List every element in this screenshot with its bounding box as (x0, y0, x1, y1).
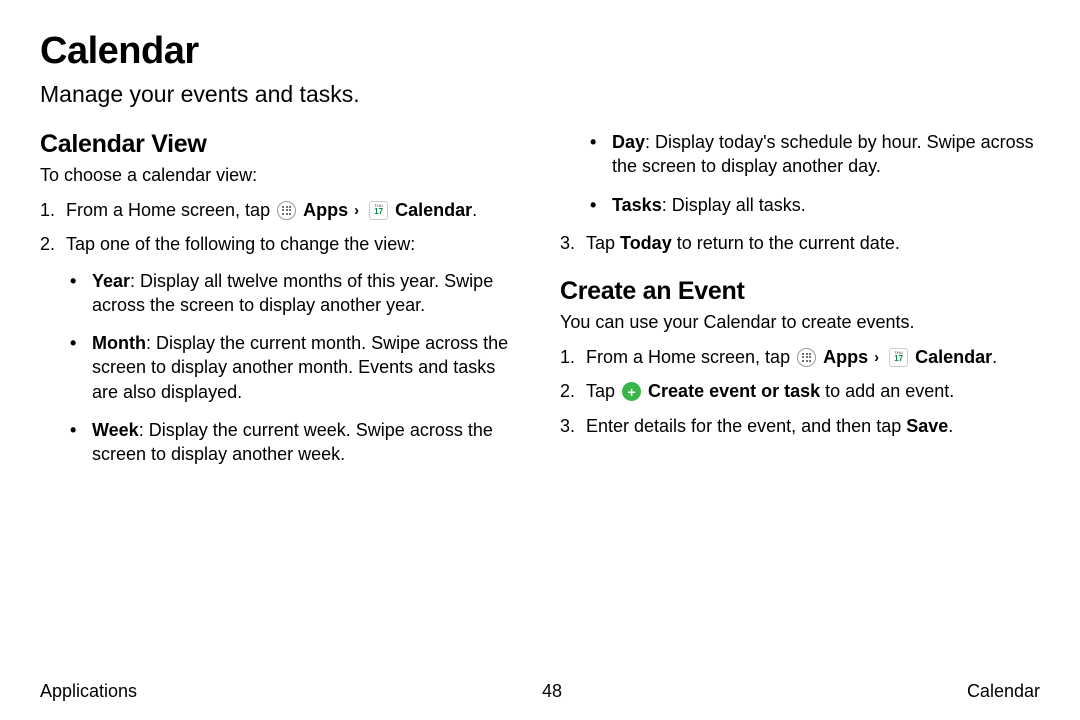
list-item: Week: Display the current week. Swipe ac… (92, 418, 520, 467)
option-label: Year (92, 271, 130, 291)
apps-icon (277, 201, 296, 220)
step-item: Tap one of the following to change the v… (66, 232, 520, 466)
step-text: Tap (586, 233, 620, 253)
save-label: Save (906, 416, 948, 436)
page-footer: Applications 48 Calendar (40, 681, 1040, 702)
step-text: Tap (586, 381, 620, 401)
step-text: to add an event. (820, 381, 954, 401)
list-item: Day: Display today's schedule by hour. S… (612, 130, 1040, 179)
plus-icon: + (622, 382, 641, 401)
chevron-right-icon: › (874, 349, 879, 366)
calendar-icon: THU 17 (369, 201, 388, 220)
right-column: Day: Display today's schedule by hour. S… (560, 130, 1040, 481)
option-label: Week (92, 420, 139, 440)
calendar-label: Calendar (395, 200, 472, 220)
page-subtitle: Manage your events and tasks. (40, 81, 1040, 108)
step-text: to return to the current date. (672, 233, 900, 253)
step-item: From a Home screen, tap Apps › THU 17 Ca… (66, 198, 520, 222)
apps-label: Apps (823, 347, 868, 367)
option-label: Day (612, 132, 645, 152)
list-item: Month: Display the current month. Swipe … (92, 331, 520, 404)
step-item: Tap + Create event or task to add an eve… (586, 379, 1040, 403)
apps-label: Apps (303, 200, 348, 220)
step-item: Tap Today to return to the current date. (586, 231, 1040, 255)
event-steps-list: From a Home screen, tap Apps › THU 17 Ca… (560, 345, 1040, 438)
steps-list-cont: Tap Today to return to the current date. (560, 231, 1040, 255)
footer-right: Calendar (967, 681, 1040, 702)
option-text: : Display all twelve months of this year… (92, 271, 493, 315)
step-text: From a Home screen, tap (586, 347, 795, 367)
calendar-label: Calendar (915, 347, 992, 367)
footer-page-number: 48 (542, 681, 562, 702)
list-item: Year: Display all twelve months of this … (92, 269, 520, 318)
page-title: Calendar (40, 30, 1040, 73)
list-item: Tasks: Display all tasks. (612, 193, 1040, 217)
step-text: . (472, 200, 477, 220)
option-label: Tasks (612, 195, 662, 215)
step-text: Enter details for the event, and then ta… (586, 416, 906, 436)
option-text: : Display the current week. Swipe across… (92, 420, 493, 464)
view-options-list: Year: Display all twelve months of this … (66, 269, 520, 467)
step-text: Tap one of the following to change the v… (66, 234, 415, 254)
today-label: Today (620, 233, 672, 253)
step-item: From a Home screen, tap Apps › THU 17 Ca… (586, 345, 1040, 369)
option-label: Month (92, 333, 146, 353)
option-text: : Display the current month. Swipe acros… (92, 333, 508, 402)
step-text: . (948, 416, 953, 436)
step-text: From a Home screen, tap (66, 200, 275, 220)
section-heading-calendar-view: Calendar View (40, 130, 520, 159)
footer-left: Applications (40, 681, 137, 702)
content-columns: Calendar View To choose a calendar view:… (40, 130, 1040, 481)
view-options-list-cont: Day: Display today's schedule by hour. S… (560, 130, 1040, 217)
left-column: Calendar View To choose a calendar view:… (40, 130, 520, 481)
section-intro: To choose a calendar view: (40, 165, 520, 186)
steps-list: From a Home screen, tap Apps › THU 17 Ca… (40, 198, 520, 467)
option-text: : Display today's schedule by hour. Swip… (612, 132, 1034, 176)
apps-icon (797, 348, 816, 367)
create-event-label: Create event or task (648, 381, 820, 401)
option-text: : Display all tasks. (662, 195, 806, 215)
step-item: Enter details for the event, and then ta… (586, 414, 1040, 438)
calendar-icon: THU 17 (889, 348, 908, 367)
section-heading-create-event: Create an Event (560, 277, 1040, 306)
section-intro: You can use your Calendar to create even… (560, 312, 1040, 333)
step-text: . (992, 347, 997, 367)
chevron-right-icon: › (354, 202, 359, 219)
